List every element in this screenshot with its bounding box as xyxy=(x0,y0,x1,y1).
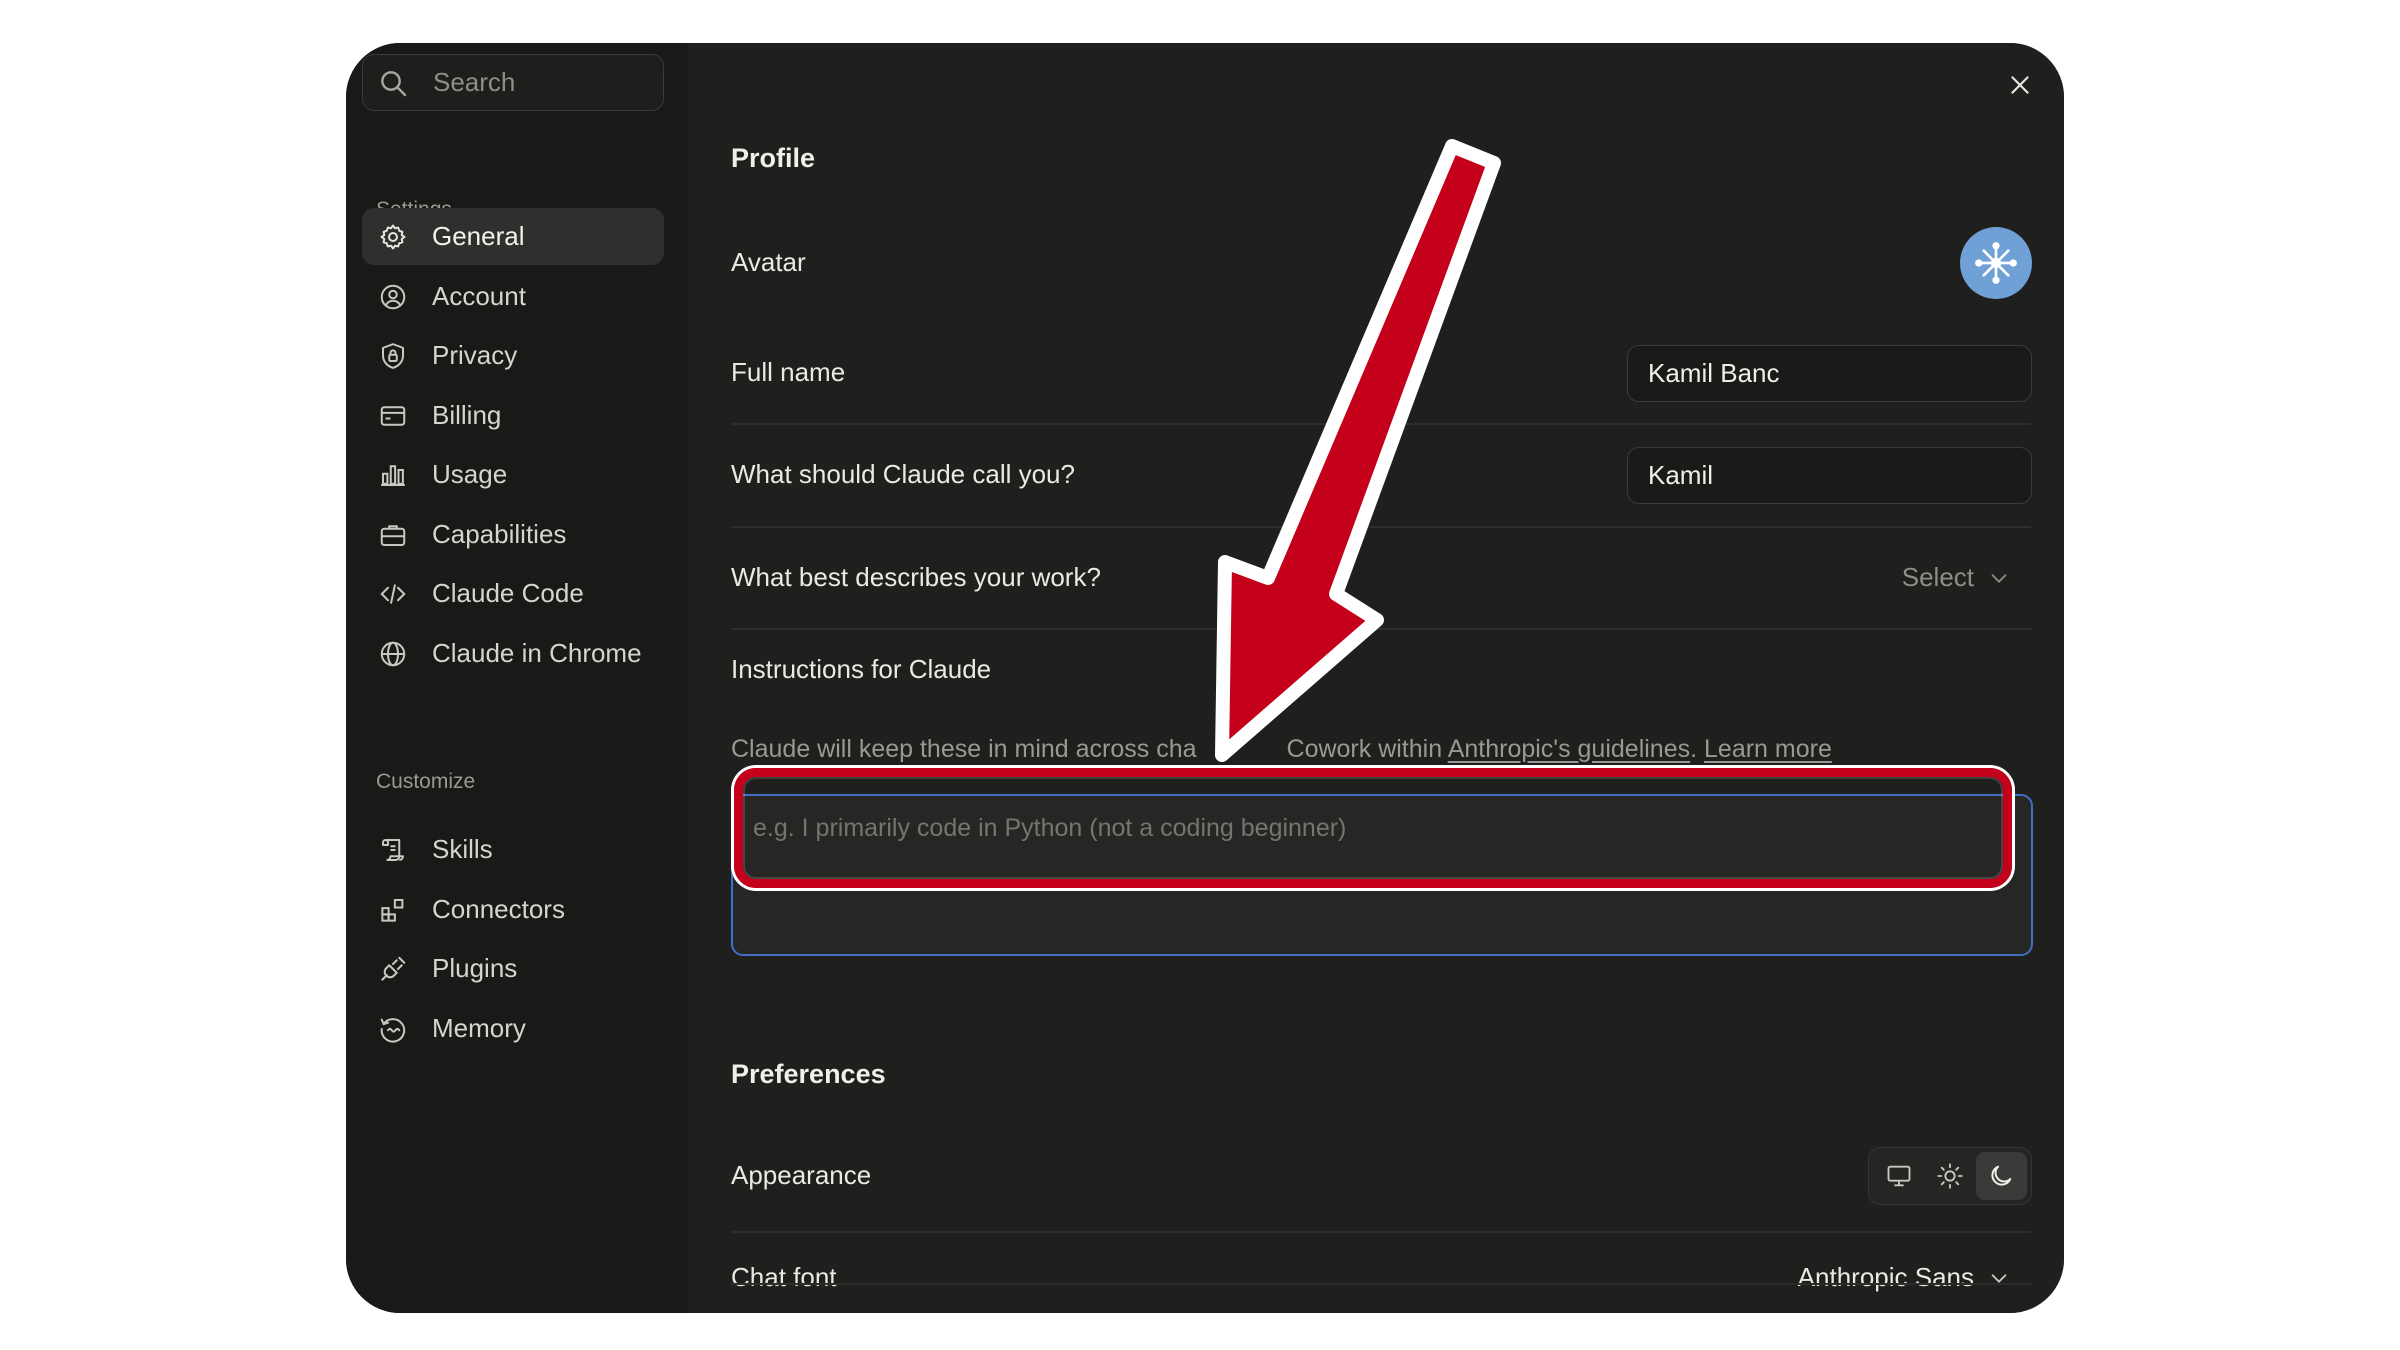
sidebar-item-privacy[interactable]: Privacy xyxy=(362,327,664,384)
chevron-down-icon xyxy=(1991,573,2007,583)
sidebar-item-label: Memory xyxy=(432,1013,526,1043)
search-placeholder: Search xyxy=(433,67,516,97)
divider xyxy=(731,526,2031,528)
work-select-value: Select xyxy=(1901,562,1974,592)
close-button[interactable] xyxy=(2002,67,2038,103)
sidebar-item-label: Connectors xyxy=(432,894,565,924)
appearance-dark-button[interactable] xyxy=(1975,1152,2027,1200)
chevron-down-icon xyxy=(1991,1273,2007,1283)
gear-icon xyxy=(378,222,408,252)
sidebar-item-label: Claude in Chrome xyxy=(432,638,642,668)
instructions-label: Instructions for Claude xyxy=(731,654,992,684)
sidebar-item-account[interactable]: Account xyxy=(362,268,664,325)
divider xyxy=(731,1283,2031,1285)
annotation-highlight-box xyxy=(734,768,2012,888)
sidebar-item-usage[interactable]: Usage xyxy=(362,446,664,503)
desc-text: Cowork within xyxy=(1286,735,1448,763)
appearance-system-button[interactable] xyxy=(1873,1152,1924,1200)
shield-lock-icon xyxy=(378,341,408,371)
search-icon xyxy=(381,70,407,96)
bar-chart-icon xyxy=(378,460,408,490)
snowflake-icon xyxy=(1975,242,2017,284)
monitor-icon xyxy=(1887,1165,1911,1187)
call-you-label: What should Claude call you? xyxy=(731,459,1075,489)
settings-sidebar: Search Settings General Account Privacy … xyxy=(346,43,688,1313)
sidebar-item-claude-code[interactable]: Claude Code xyxy=(362,565,664,622)
sidebar-item-capabilities[interactable]: Capabilities xyxy=(362,506,664,563)
guidelines-link[interactable]: Anthropic's guidelines xyxy=(1448,735,1690,763)
call-you-field[interactable]: Kamil xyxy=(1627,447,2032,504)
sidebar-item-connectors[interactable]: Connectors xyxy=(362,881,664,938)
full-name-field[interactable]: Kamil Banc xyxy=(1627,345,2032,402)
settings-window: Search Settings General Account Privacy … xyxy=(346,43,2064,1313)
chat-font-value: Anthropic Sans xyxy=(1797,1262,1974,1292)
code-brackets-icon xyxy=(378,579,408,609)
sidebar-item-label: Capabilities xyxy=(432,519,567,549)
search-box[interactable]: Search xyxy=(362,54,664,111)
chat-font-label: Chat font xyxy=(731,1262,837,1292)
appearance-light-button[interactable] xyxy=(1924,1152,1975,1200)
sidebar-item-memory[interactable]: Memory xyxy=(362,1000,664,1057)
sidebar-item-label: Plugins xyxy=(432,953,518,983)
sidebar-item-label: Claude Code xyxy=(432,578,584,608)
appearance-toggle xyxy=(1868,1147,2032,1205)
sidebar-item-billing[interactable]: Billing xyxy=(362,387,664,444)
work-label: What best describes your work? xyxy=(731,562,1101,592)
desc-text: . xyxy=(1690,735,1705,763)
appearance-label: Appearance xyxy=(731,1160,872,1190)
sidebar-item-label: Account xyxy=(432,281,526,311)
divider xyxy=(731,423,2031,425)
sidebar-item-claude-in-chrome[interactable]: Claude in Chrome xyxy=(362,625,664,682)
sidebar-item-label: Billing xyxy=(432,400,502,430)
instructions-description: Claude will keep these in mind across ch… xyxy=(731,735,1832,764)
globe-icon xyxy=(378,639,408,669)
preferences-heading: Preferences xyxy=(731,1059,886,1089)
blocks-icon xyxy=(378,895,408,925)
avatar[interactable] xyxy=(1960,227,2032,299)
full-name-label: Full name xyxy=(731,357,846,387)
moon-icon xyxy=(1991,1165,2012,1186)
sun-icon xyxy=(1937,1163,1963,1189)
sidebar-item-general[interactable]: General xyxy=(362,208,664,265)
profile-heading: Profile xyxy=(731,143,816,173)
sidebar-item-label: Skills xyxy=(432,834,493,864)
chat-font-select[interactable]: Anthropic Sans xyxy=(1798,1262,2010,1293)
sidebar-item-skills[interactable]: Skills xyxy=(362,821,664,878)
user-circle-icon xyxy=(378,282,408,312)
sidebar-item-label: Privacy xyxy=(432,340,518,370)
learn-more-link[interactable]: Learn more xyxy=(1704,735,1832,763)
avatar-label: Avatar xyxy=(731,247,806,277)
sidebar-item-plugins[interactable]: Plugins xyxy=(362,940,664,997)
sidebar-item-label: Usage xyxy=(432,459,508,489)
customize-section-label: Customize xyxy=(376,770,476,793)
plug-icon xyxy=(378,954,408,984)
sidebar-item-label: General xyxy=(432,221,525,251)
scroll-icon xyxy=(378,835,408,865)
work-select[interactable]: Select xyxy=(1902,562,2010,593)
history-icon xyxy=(378,1014,408,1044)
credit-card-icon xyxy=(378,401,408,431)
divider xyxy=(731,628,2031,630)
desc-text: Claude will keep these in mind across ch… xyxy=(731,735,1197,763)
close-icon xyxy=(2011,76,2029,94)
briefcase-icon xyxy=(378,520,408,550)
divider xyxy=(731,1231,2031,1233)
